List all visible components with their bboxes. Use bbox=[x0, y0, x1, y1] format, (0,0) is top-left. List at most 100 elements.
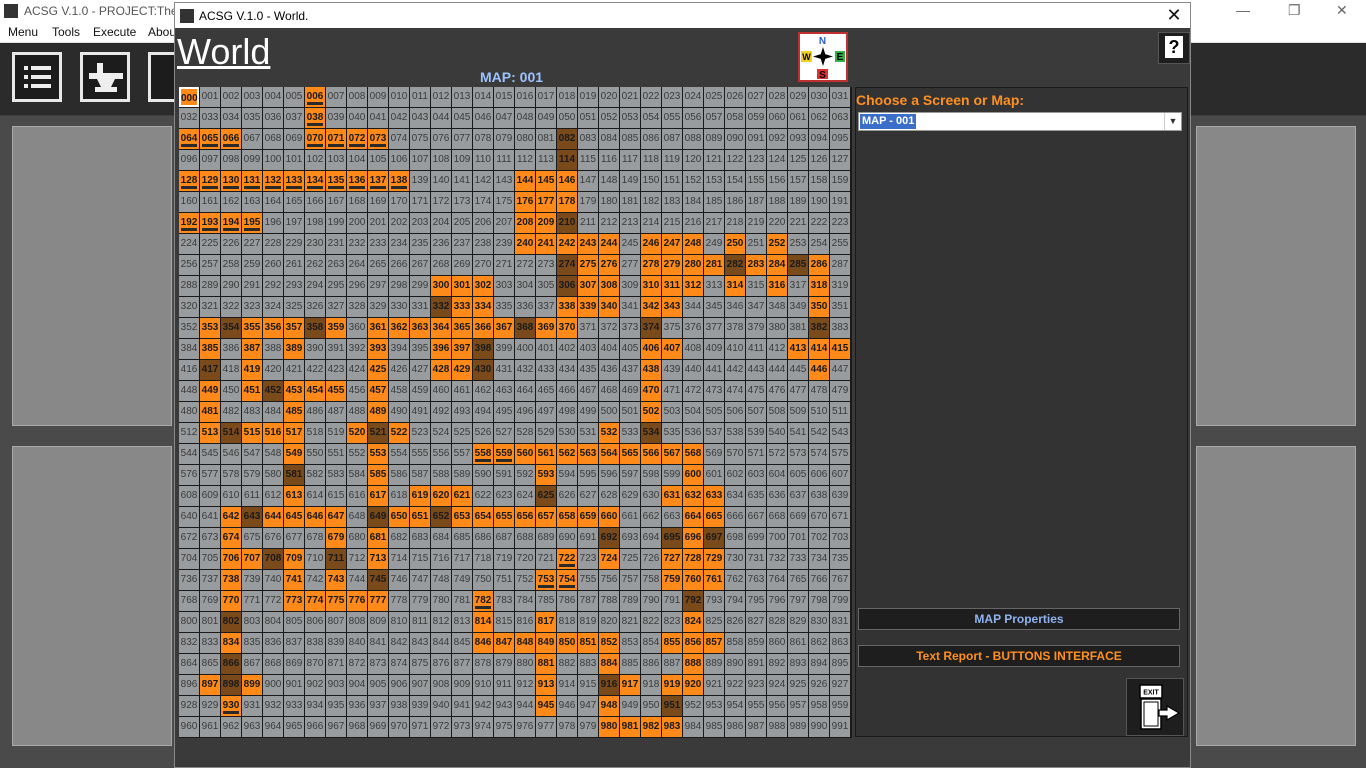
map-cell[interactable]: 007 bbox=[326, 87, 346, 107]
map-cell[interactable]: 330 bbox=[389, 297, 409, 317]
map-cell[interactable]: 341 bbox=[620, 297, 640, 317]
map-cell[interactable]: 768 bbox=[179, 591, 199, 611]
map-cell[interactable]: 857 bbox=[704, 633, 724, 653]
map-cell[interactable]: 351 bbox=[830, 297, 850, 317]
map-cell[interactable]: 665 bbox=[704, 507, 724, 527]
map-cell[interactable]: 851 bbox=[578, 633, 598, 653]
map-cell[interactable]: 363 bbox=[410, 318, 430, 338]
map-cell[interactable]: 855 bbox=[662, 633, 682, 653]
map-cell[interactable]: 661 bbox=[620, 507, 640, 527]
map-cell[interactable]: 955 bbox=[746, 696, 766, 716]
map-cell[interactable]: 600 bbox=[683, 465, 703, 485]
map-cell[interactable]: 604 bbox=[767, 465, 787, 485]
map-cell[interactable]: 035 bbox=[242, 108, 262, 128]
map-cell[interactable]: 367 bbox=[494, 318, 514, 338]
map-cell[interactable]: 898 bbox=[221, 675, 241, 695]
map-cell[interactable]: 553 bbox=[368, 444, 388, 464]
map-cell[interactable]: 657 bbox=[536, 507, 556, 527]
map-cell[interactable]: 458 bbox=[389, 381, 409, 401]
help-button[interactable]: ? bbox=[1158, 32, 1190, 64]
map-cell[interactable]: 854 bbox=[641, 633, 661, 653]
close-icon[interactable]: ✕ bbox=[1336, 2, 1348, 19]
map-cell[interactable]: 412 bbox=[767, 339, 787, 359]
map-cell[interactable]: 770 bbox=[221, 591, 241, 611]
map-cell[interactable]: 360 bbox=[347, 318, 367, 338]
map-cell[interactable]: 224 bbox=[179, 234, 199, 254]
map-cell[interactable]: 953 bbox=[704, 696, 724, 716]
map-cell[interactable]: 407 bbox=[662, 339, 682, 359]
map-cell[interactable]: 566 bbox=[641, 444, 661, 464]
map-cell[interactable]: 359 bbox=[326, 318, 346, 338]
map-cell[interactable]: 439 bbox=[662, 360, 682, 380]
map-cell[interactable]: 642 bbox=[221, 507, 241, 527]
map-cell[interactable]: 687 bbox=[494, 528, 514, 548]
map-cell[interactable]: 593 bbox=[536, 465, 556, 485]
map-cell[interactable]: 947 bbox=[578, 696, 598, 716]
map-cell[interactable]: 472 bbox=[683, 381, 703, 401]
map-cell[interactable]: 053 bbox=[620, 108, 640, 128]
map-cell[interactable]: 059 bbox=[746, 108, 766, 128]
map-cell[interactable]: 591 bbox=[494, 465, 514, 485]
map-cell[interactable]: 275 bbox=[578, 255, 598, 275]
map-cell[interactable]: 198 bbox=[305, 213, 325, 233]
map-cell[interactable]: 929 bbox=[200, 696, 220, 716]
map-cell[interactable]: 228 bbox=[263, 234, 283, 254]
map-cell[interactable]: 494 bbox=[473, 402, 493, 422]
map-cell[interactable]: 972 bbox=[431, 717, 451, 737]
map-cell[interactable]: 973 bbox=[452, 717, 472, 737]
map-cell[interactable]: 662 bbox=[641, 507, 661, 527]
map-cell[interactable]: 191 bbox=[830, 192, 850, 212]
map-cell[interactable]: 989 bbox=[788, 717, 808, 737]
map-cell[interactable]: 058 bbox=[725, 108, 745, 128]
map-cell[interactable]: 037 bbox=[284, 108, 304, 128]
map-cell[interactable]: 706 bbox=[221, 549, 241, 569]
map-cell[interactable]: 613 bbox=[284, 486, 304, 506]
map-cell[interactable]: 281 bbox=[704, 255, 724, 275]
map-cell[interactable]: 136 bbox=[347, 171, 367, 191]
map-cell[interactable]: 684 bbox=[431, 528, 451, 548]
map-cell[interactable]: 874 bbox=[389, 654, 409, 674]
map-cell[interactable]: 361 bbox=[368, 318, 388, 338]
menu-about[interactable]: Abou bbox=[148, 25, 176, 39]
map-cell[interactable]: 217 bbox=[704, 213, 724, 233]
map-cell[interactable]: 436 bbox=[599, 360, 619, 380]
text-report-button[interactable]: Text Report - BUTTONS INTERFACE bbox=[858, 645, 1180, 667]
map-cell[interactable]: 938 bbox=[389, 696, 409, 716]
map-cell[interactable]: 541 bbox=[788, 423, 808, 443]
map-cell[interactable]: 305 bbox=[536, 276, 556, 296]
map-cell[interactable]: 810 bbox=[389, 612, 409, 632]
map-cell[interactable]: 312 bbox=[683, 276, 703, 296]
map-cell[interactable]: 247 bbox=[662, 234, 682, 254]
map-cell[interactable]: 118 bbox=[641, 150, 661, 170]
map-cell[interactable]: 442 bbox=[725, 360, 745, 380]
map-cell[interactable]: 422 bbox=[305, 360, 325, 380]
map-cell[interactable]: 078 bbox=[473, 129, 493, 149]
map-cell[interactable]: 588 bbox=[431, 465, 451, 485]
map-cell[interactable]: 564 bbox=[599, 444, 619, 464]
map-cell[interactable]: 895 bbox=[830, 654, 850, 674]
menu-execute[interactable]: Execute bbox=[93, 25, 136, 39]
map-cell[interactable]: 413 bbox=[788, 339, 808, 359]
map-cell[interactable]: 504 bbox=[683, 402, 703, 422]
map-cell[interactable]: 719 bbox=[494, 549, 514, 569]
map-cell[interactable]: 409 bbox=[704, 339, 724, 359]
map-cell[interactable]: 653 bbox=[452, 507, 472, 527]
map-cell[interactable]: 902 bbox=[305, 675, 325, 695]
map-cell[interactable]: 372 bbox=[599, 318, 619, 338]
map-cell[interactable]: 056 bbox=[683, 108, 703, 128]
map-cell[interactable]: 842 bbox=[389, 633, 409, 653]
map-cell[interactable]: 294 bbox=[305, 276, 325, 296]
map-cell[interactable]: 287 bbox=[830, 255, 850, 275]
map-cell[interactable]: 935 bbox=[326, 696, 346, 716]
map-cell[interactable]: 548 bbox=[263, 444, 283, 464]
map-cell[interactable]: 404 bbox=[599, 339, 619, 359]
map-cell[interactable]: 437 bbox=[620, 360, 640, 380]
map-cell[interactable]: 913 bbox=[536, 675, 556, 695]
map-cell[interactable]: 015 bbox=[494, 87, 514, 107]
map-cell[interactable]: 340 bbox=[599, 297, 619, 317]
map-cell[interactable]: 392 bbox=[347, 339, 367, 359]
map-cell[interactable]: 077 bbox=[452, 129, 472, 149]
map-cell[interactable]: 440 bbox=[683, 360, 703, 380]
map-cell[interactable]: 847 bbox=[494, 633, 514, 653]
map-cell[interactable]: 291 bbox=[242, 276, 262, 296]
